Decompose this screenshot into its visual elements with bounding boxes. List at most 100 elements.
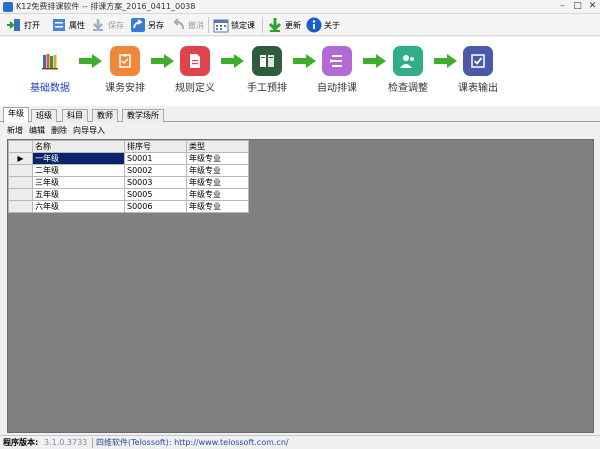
table-cell[interactable]: S0005: [124, 188, 187, 201]
table-cell[interactable]: 三年级: [32, 176, 125, 189]
toolbar-separator: [262, 17, 263, 33]
window-title: K12免费排课软件 -- 排课方案_2016_0411_0038: [16, 2, 196, 11]
undo-button[interactable]: 撤消: [170, 16, 204, 34]
workflow-label: 手工预排: [247, 83, 287, 94]
workflow-label: 课务安排: [105, 83, 145, 94]
save-as-label: 另存: [148, 20, 164, 30]
table-cell[interactable]: 年级专业: [186, 188, 249, 201]
calendar-icon: [213, 19, 229, 33]
workflow-label: 基础数据: [30, 83, 70, 94]
info-icon: [306, 17, 322, 33]
workflow-step-timetable-output[interactable]: 课表输出: [443, 46, 513, 94]
table-cell[interactable]: 六年级: [32, 200, 125, 213]
table-cell[interactable]: 五年级: [32, 188, 125, 201]
cards-icon: [252, 46, 282, 76]
table-cell[interactable]: 一年级: [32, 152, 125, 165]
current-row-indicator[interactable]: ▶: [8, 152, 33, 165]
table-cell[interactable]: S0001: [124, 152, 187, 165]
open-icon: [7, 19, 20, 31]
open-label: 打开: [24, 20, 40, 30]
workflow-step-check-adjust[interactable]: 检查调整: [373, 46, 443, 94]
wizard-import-button[interactable]: 向导导入: [73, 124, 105, 138]
about-button[interactable]: 关于: [306, 16, 340, 34]
undo-label: 撤消: [188, 20, 204, 30]
company-info: 四维软件(Telossoft): http://www.telossoft.co…: [96, 438, 289, 447]
list-icon: [322, 46, 352, 76]
tab-class[interactable]: 班级: [31, 109, 57, 122]
minimize-button[interactable]: –: [556, 1, 569, 12]
workflow-step-auto-schedule[interactable]: 自动排课: [302, 46, 372, 94]
maximize-button[interactable]: □: [571, 1, 584, 12]
workflow-step-rule-definition[interactable]: 规则定义: [160, 46, 230, 94]
tab-grade[interactable]: 年级: [3, 107, 29, 123]
add-button[interactable]: 新增: [7, 124, 23, 138]
column-header-name[interactable]: 名称: [32, 140, 125, 153]
delete-button[interactable]: 删除: [51, 124, 67, 138]
workflow-step-basic-data[interactable]: 基础数据: [15, 46, 85, 94]
document-icon: [180, 46, 210, 76]
table-row[interactable]: 三年级 S0003 年级专业: [8, 176, 249, 189]
task-icon: [110, 46, 140, 76]
data-grid-area: 名称 排序号 类型 ▶ 一年级 S0001 年级专业 二年级 S0002 年级专…: [7, 139, 594, 433]
save-button[interactable]: 保存: [90, 16, 124, 34]
lock-course-label: 锁定课: [231, 20, 255, 30]
open-button[interactable]: 打开: [6, 16, 40, 34]
about-label: 关于: [324, 20, 340, 30]
row-header[interactable]: [8, 188, 33, 201]
table-cell[interactable]: S0006: [124, 200, 187, 213]
table-cell[interactable]: 二年级: [32, 164, 125, 177]
tab-subject[interactable]: 科目: [62, 109, 88, 122]
grade-table: 名称 排序号 类型 ▶ 一年级 S0001 年级专业 二年级 S0002 年级专…: [8, 140, 249, 213]
table-row[interactable]: 六年级 S0006 年级专业: [8, 200, 249, 213]
toolbar: 打开 属性 保存 另存 撤消 锁定课 更新 关于: [0, 14, 600, 36]
row-header[interactable]: [8, 176, 33, 189]
lock-course-button[interactable]: 锁定课: [213, 16, 255, 34]
check-icon: [463, 46, 493, 76]
status-bar: 程序版本: 3.1.0.3733 四维软件(Telossoft): http:/…: [0, 435, 600, 449]
status-separator: [92, 438, 93, 448]
save-as-button[interactable]: 另存: [130, 16, 164, 34]
table-cell[interactable]: 年级专业: [186, 164, 249, 177]
grid-actions: 新增 编辑 删除 向导导入: [7, 124, 111, 138]
properties-button[interactable]: 属性: [51, 16, 85, 34]
table-cell[interactable]: 年级专业: [186, 152, 249, 165]
workflow-step-task-arrangement[interactable]: 课务安排: [90, 46, 160, 94]
undo-icon: [173, 18, 184, 30]
workflow-label: 自动排课: [317, 83, 357, 94]
title-bar: K12免费排课软件 -- 排课方案_2016_0411_0038 – □ ✕: [0, 0, 600, 14]
save-icon: [93, 19, 103, 31]
tab-teacher[interactable]: 教师: [92, 109, 118, 122]
update-label: 更新: [285, 20, 301, 30]
app-icon: [3, 2, 13, 12]
column-header-type[interactable]: 类型: [186, 140, 249, 153]
workflow-label: 检查调整: [388, 83, 428, 94]
workflow-label: 课表输出: [458, 83, 498, 94]
people-icon: [393, 46, 423, 76]
properties-label: 属性: [69, 20, 85, 30]
workflow-bar: 基础数据 课务安排 规则定义 手工预排 自动排课 检查调整 课表输出: [0, 37, 600, 106]
close-button[interactable]: ✕: [586, 1, 599, 12]
update-button[interactable]: 更新: [267, 16, 301, 34]
table-row[interactable]: ▶ 一年级 S0001 年级专业: [8, 152, 249, 165]
table-cell[interactable]: 年级专业: [186, 200, 249, 213]
version-label: 程序版本:: [3, 438, 39, 447]
column-header-order[interactable]: 排序号: [124, 140, 187, 153]
books-icon: [35, 46, 65, 76]
workflow-step-manual-prearrange[interactable]: 手工预排: [232, 46, 302, 94]
table-row[interactable]: 五年级 S0005 年级专业: [8, 188, 249, 201]
tab-strip: 年级 班级 科目 教师 教学场所: [0, 107, 600, 123]
version-value: 3.1.0.3733: [44, 438, 88, 447]
save-as-icon: [131, 18, 145, 32]
tab-teaching-venue[interactable]: 教学场所: [122, 109, 164, 122]
table-header-row: 名称 排序号 类型: [8, 140, 249, 153]
table-cell[interactable]: S0002: [124, 164, 187, 177]
row-header-corner: [8, 140, 33, 153]
row-header[interactable]: [8, 200, 33, 213]
workflow-label: 规则定义: [175, 83, 215, 94]
row-header[interactable]: [8, 164, 33, 177]
table-cell[interactable]: S0003: [124, 176, 187, 189]
download-arrow-icon: [268, 18, 282, 32]
table-row[interactable]: 二年级 S0002 年级专业: [8, 164, 249, 177]
table-cell[interactable]: 年级专业: [186, 176, 249, 189]
edit-button[interactable]: 编辑: [29, 124, 45, 138]
